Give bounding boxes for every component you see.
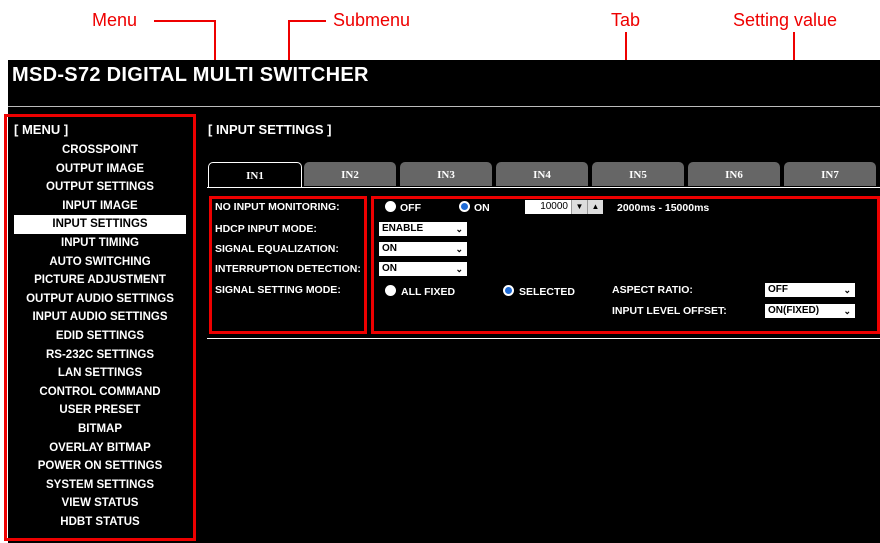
menu-item-input-image[interactable]: INPUT IMAGE: [14, 197, 186, 216]
annotation-tab: Tab: [611, 10, 641, 30]
selected-label: SELECTED: [519, 286, 576, 298]
menu-leader-h: [154, 20, 216, 22]
input-level-offset-value: ON(FIXED): [768, 305, 820, 316]
tab-in4[interactable]: IN4: [496, 162, 588, 186]
hdcp-input-mode-select[interactable]: ENABLE ⌄: [379, 222, 467, 236]
menu-item-power-on-settings[interactable]: POWER ON SETTINGS: [14, 457, 186, 476]
menu-item-edid-settings[interactable]: EDID SETTINGS: [14, 327, 186, 346]
monitoring-time-input[interactable]: 10000: [525, 200, 571, 214]
monitoring-time-down-button[interactable]: ▼: [571, 200, 587, 214]
settings-panel: NO INPUT MONITORING: OFF ON 10000 ▼ ▲ 20…: [207, 187, 880, 339]
submenu-header: [ INPUT SETTINGS ]: [208, 122, 332, 137]
signal-setting-mode-label: SIGNAL SETTING MODE:: [215, 284, 341, 296]
annotation-submenu: Submenu: [333, 10, 411, 30]
menu-item-auto-switching[interactable]: AUTO SWITCHING: [14, 253, 186, 272]
menu-item-output-image[interactable]: OUTPUT IMAGE: [14, 160, 186, 179]
menu-item-control-command[interactable]: CONTROL COMMAND: [14, 383, 186, 402]
interruption-detection-select[interactable]: ON ⌄: [379, 262, 467, 276]
menu-item-overlay-bitmap[interactable]: OVERLAY BITMAP: [14, 439, 186, 458]
chevron-down-icon: ⌄: [455, 264, 463, 274]
hdcp-input-mode-label: HDCP INPUT MODE:: [215, 223, 317, 235]
menu-item-input-settings[interactable]: INPUT SETTINGS: [14, 215, 186, 234]
menu-item-hdbt-status[interactable]: HDBT STATUS: [14, 513, 186, 532]
menu-header: [ MENU ]: [14, 122, 69, 137]
menu-item-output-settings[interactable]: OUTPUT SETTINGS: [14, 178, 186, 197]
app-window: MSD-S72 DIGITAL MULTI SWITCHER [ MENU ] …: [8, 60, 880, 543]
no-input-monitoring-on-label: ON: [474, 202, 490, 214]
annotation-menu: Menu: [92, 10, 138, 30]
no-input-monitoring-off-label: OFF: [400, 202, 421, 214]
tab-in5[interactable]: IN5: [592, 162, 684, 186]
chevron-down-icon: ⌄: [843, 306, 851, 316]
menu-item-rs-232c-settings[interactable]: RS-232C SETTINGS: [14, 346, 186, 365]
interruption-detection-value: ON: [382, 263, 397, 274]
no-input-monitoring-off-radio[interactable]: [385, 201, 396, 212]
all-fixed-radio[interactable]: [385, 285, 396, 296]
menu-item-input-audio-settings[interactable]: INPUT AUDIO SETTINGS: [14, 308, 186, 327]
tab-in1[interactable]: IN1: [208, 162, 302, 187]
sidebar-menu: CROSSPOINT OUTPUT IMAGE OUTPUT SETTINGS INP…: [14, 141, 186, 531]
selected-radio[interactable]: [503, 285, 514, 296]
aspect-ratio-label: ASPECT RATIO:: [612, 284, 693, 296]
monitoring-time-up-button[interactable]: ▲: [587, 200, 603, 214]
input-level-offset-label: INPUT LEVEL OFFSET:: [612, 305, 727, 317]
annotation-setting-value: Setting value: [733, 10, 838, 30]
tab-in6[interactable]: IN6: [688, 162, 780, 186]
tab-in7[interactable]: IN7: [784, 162, 876, 186]
input-level-offset-select[interactable]: ON(FIXED) ⌄: [765, 304, 855, 318]
menu-item-view-status[interactable]: VIEW STATUS: [14, 494, 186, 513]
chevron-down-icon: ⌄: [843, 285, 851, 295]
interruption-detection-label: INTERRUPTION DETECTION:: [215, 263, 361, 275]
all-fixed-label: ALL FIXED: [401, 286, 456, 298]
chevron-down-icon: ⌄: [455, 224, 463, 234]
menu-item-output-audio-settings[interactable]: OUTPUT AUDIO SETTINGS: [14, 290, 186, 309]
aspect-ratio-value: OFF: [768, 284, 788, 295]
signal-equalization-select[interactable]: ON ⌄: [379, 242, 467, 256]
menu-item-crosspoint[interactable]: CROSSPOINT: [14, 141, 186, 160]
hdcp-input-mode-value: ENABLE: [382, 223, 424, 234]
menu-item-bitmap[interactable]: BITMAP: [14, 420, 186, 439]
signal-equalization-value: ON: [382, 243, 397, 254]
header-divider: [8, 106, 880, 107]
menu-item-user-preset[interactable]: USER PRESET: [14, 401, 186, 420]
submenu-leader-h: [288, 20, 326, 22]
tab-in2[interactable]: IN2: [304, 162, 396, 186]
app-title: MSD-S72 DIGITAL MULTI SWITCHER: [12, 64, 369, 86]
menu-item-input-timing[interactable]: INPUT TIMING: [14, 234, 186, 253]
menu-item-picture-adjustment[interactable]: PICTURE ADJUSTMENT: [14, 271, 186, 290]
signal-equalization-label: SIGNAL EQUALIZATION:: [215, 243, 339, 255]
no-input-monitoring-label: NO INPUT MONITORING:: [215, 201, 340, 213]
tab-in3[interactable]: IN3: [400, 162, 492, 186]
menu-item-lan-settings[interactable]: LAN SETTINGS: [14, 364, 186, 383]
monitoring-time-range: 2000ms - 15000ms: [617, 202, 710, 214]
aspect-ratio-select[interactable]: OFF ⌄: [765, 283, 855, 297]
no-input-monitoring-on-radio[interactable]: [459, 201, 470, 212]
chevron-down-icon: ⌄: [455, 244, 463, 254]
menu-item-system-settings[interactable]: SYSTEM SETTINGS: [14, 476, 186, 495]
